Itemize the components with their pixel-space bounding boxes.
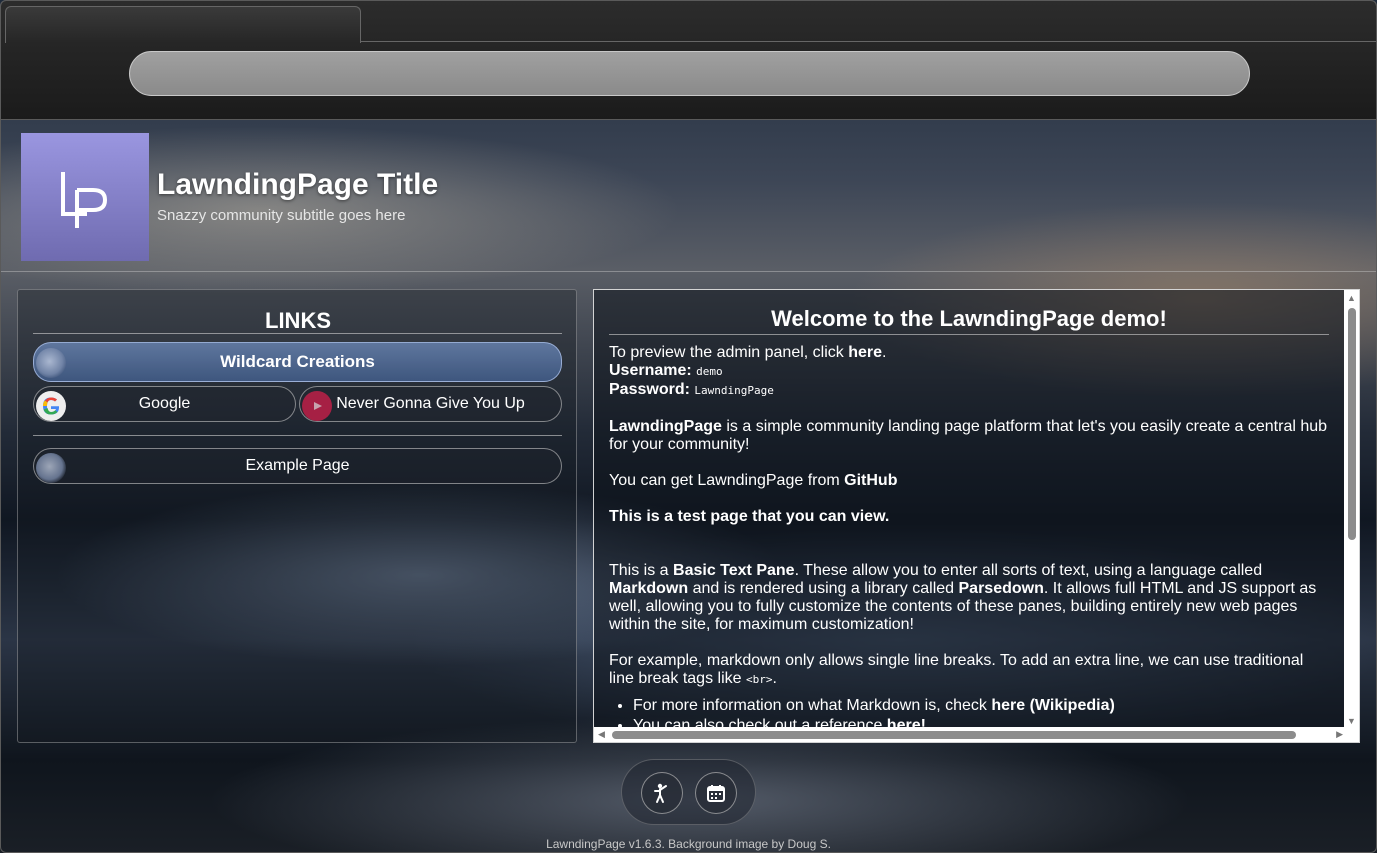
site-header: LawndingPage Title Snazzy community subt… xyxy=(0,120,1377,272)
links-panel: LINKS Wildcard Creations Google Never Go… xyxy=(17,289,577,743)
scroll-left-icon[interactable]: ◀ xyxy=(598,729,605,740)
youtube-icon xyxy=(302,391,332,421)
globe-icon xyxy=(36,348,66,378)
github-link[interactable]: GitHub xyxy=(844,472,897,489)
vertical-scrollbar[interactable]: ▲ ▼ xyxy=(1344,290,1359,728)
text-pane-content: Welcome to the LawndingPage demo! To pre… xyxy=(609,306,1329,735)
list-item: For more information on what Markdown is… xyxy=(633,697,1329,715)
site-logo[interactable] xyxy=(21,133,149,261)
tab-strip-line xyxy=(360,41,1376,42)
scroll-right-icon[interactable]: ▶ xyxy=(1336,729,1343,740)
link-never-gonna-give-you-up[interactable]: Never Gonna Give You Up xyxy=(299,386,562,422)
test-page-link[interactable]: This is a test page that you can view. xyxy=(609,508,1329,526)
password-line: Password: LawndingPage xyxy=(609,381,774,398)
line-break-paragraph: For example, markdown only allows single… xyxy=(609,652,1304,687)
content-title: Welcome to the LawndingPage demo! xyxy=(609,306,1329,335)
footer-credit: LawndingPage v1.6.3. Background image by… xyxy=(546,837,831,851)
browser-tab[interactable] xyxy=(5,6,361,43)
text-pane[interactable]: Welcome to the LawndingPage demo! To pre… xyxy=(593,289,1360,743)
links-divider xyxy=(33,333,562,334)
address-bar[interactable] xyxy=(129,51,1250,96)
site-title: LawndingPage Title xyxy=(157,168,439,201)
accessibility-button[interactable] xyxy=(641,772,683,814)
scroll-down-icon[interactable]: ▼ xyxy=(1347,716,1356,726)
intro-paragraph: LawndingPage is a simple community landi… xyxy=(609,418,1328,453)
calendar-button[interactable] xyxy=(695,772,737,814)
link-wildcard-creations[interactable]: Wildcard Creations xyxy=(33,342,562,382)
browser-toolbar xyxy=(0,0,1377,120)
basic-text-paragraph: This is a Basic Text Pane. These allow y… xyxy=(609,562,1317,633)
vertical-scroll-thumb[interactable] xyxy=(1348,308,1356,540)
links-title: LINKS xyxy=(265,308,331,333)
site-subtitle: Snazzy community subtitle goes here xyxy=(157,207,406,224)
github-line: You can get LawndingPage from GitHub xyxy=(609,472,898,489)
wikipedia-link[interactable]: here (Wikipedia) xyxy=(991,697,1114,714)
horizontal-scrollbar[interactable]: ◀ ▶ xyxy=(594,727,1359,742)
links-divider-2 xyxy=(33,435,562,436)
accessibility-person-icon xyxy=(654,783,667,803)
scroll-up-icon[interactable]: ▲ xyxy=(1347,293,1356,303)
preview-line: To preview the admin panel, click here. xyxy=(609,344,887,361)
google-icon xyxy=(36,391,66,421)
bottom-dock xyxy=(621,759,756,825)
admin-panel-link[interactable]: here xyxy=(848,344,882,361)
link-google[interactable]: Google xyxy=(33,386,296,422)
globe-icon xyxy=(36,453,66,483)
lp-logo-icon xyxy=(61,172,108,228)
horizontal-scroll-thumb[interactable] xyxy=(612,731,1296,739)
username-line: Username: demo xyxy=(609,362,723,379)
link-example-page[interactable]: Example Page xyxy=(33,448,562,484)
calendar-icon xyxy=(707,785,725,802)
